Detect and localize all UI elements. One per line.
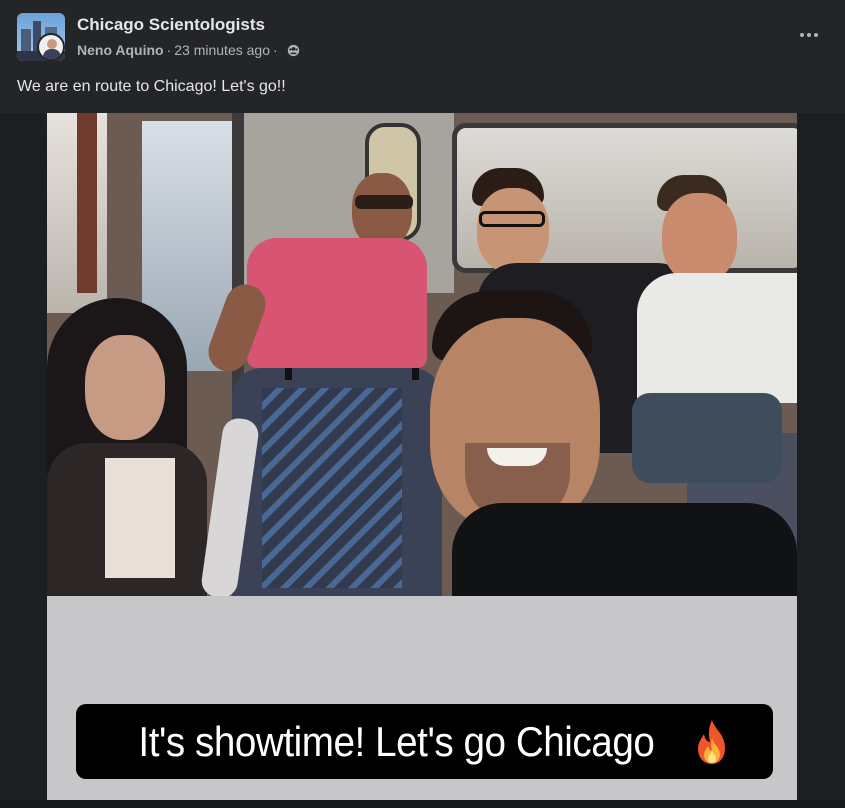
person-sunglasses xyxy=(355,195,413,209)
person-tshirt xyxy=(452,503,797,596)
meta-separator: · xyxy=(166,42,172,58)
bus-seat-pattern xyxy=(262,388,402,588)
person-face xyxy=(662,193,737,283)
group-avatar[interactable] xyxy=(17,13,65,61)
person-face xyxy=(85,335,165,440)
backpack xyxy=(632,393,782,483)
person-face xyxy=(477,188,549,273)
person-shirt xyxy=(637,273,797,403)
person-smile xyxy=(487,448,547,466)
meta-separator: · xyxy=(272,42,278,58)
fire-emoji-icon xyxy=(697,719,725,764)
person-shirt xyxy=(247,238,427,368)
author-avatar[interactable] xyxy=(37,33,65,61)
post-meta: Neno Aquino · 23 minutes ago · xyxy=(77,42,300,58)
person-eyeglasses xyxy=(479,211,545,227)
group-name-link[interactable]: Chicago Scientologists xyxy=(77,15,265,35)
more-options-icon[interactable] xyxy=(797,26,821,44)
story-text: It's showtime! Let's go Chicago xyxy=(138,717,655,765)
author-avatar-face xyxy=(47,39,57,49)
post-caption: We are en route to Chicago! Let's go!! xyxy=(17,78,286,95)
post-header: Chicago Scientologists Neno Aquino · 23 … xyxy=(0,0,845,70)
person-shirt xyxy=(105,458,175,578)
feed-post: Chicago Scientologists Neno Aquino · 23 … xyxy=(0,0,845,800)
photo-scene xyxy=(47,113,797,596)
story-text-overlay: It's showtime! Let's go Chicago xyxy=(76,704,773,779)
group-members-icon[interactable] xyxy=(287,44,300,57)
feed-divider xyxy=(0,800,845,808)
person-face xyxy=(352,173,412,248)
post-timestamp-link[interactable]: 23 minutes ago xyxy=(174,42,270,58)
bus-window-frame xyxy=(77,113,97,293)
author-name-link[interactable]: Neno Aquino xyxy=(77,42,164,58)
post-photo[interactable]: It's showtime! Let's go Chicago xyxy=(47,113,797,800)
